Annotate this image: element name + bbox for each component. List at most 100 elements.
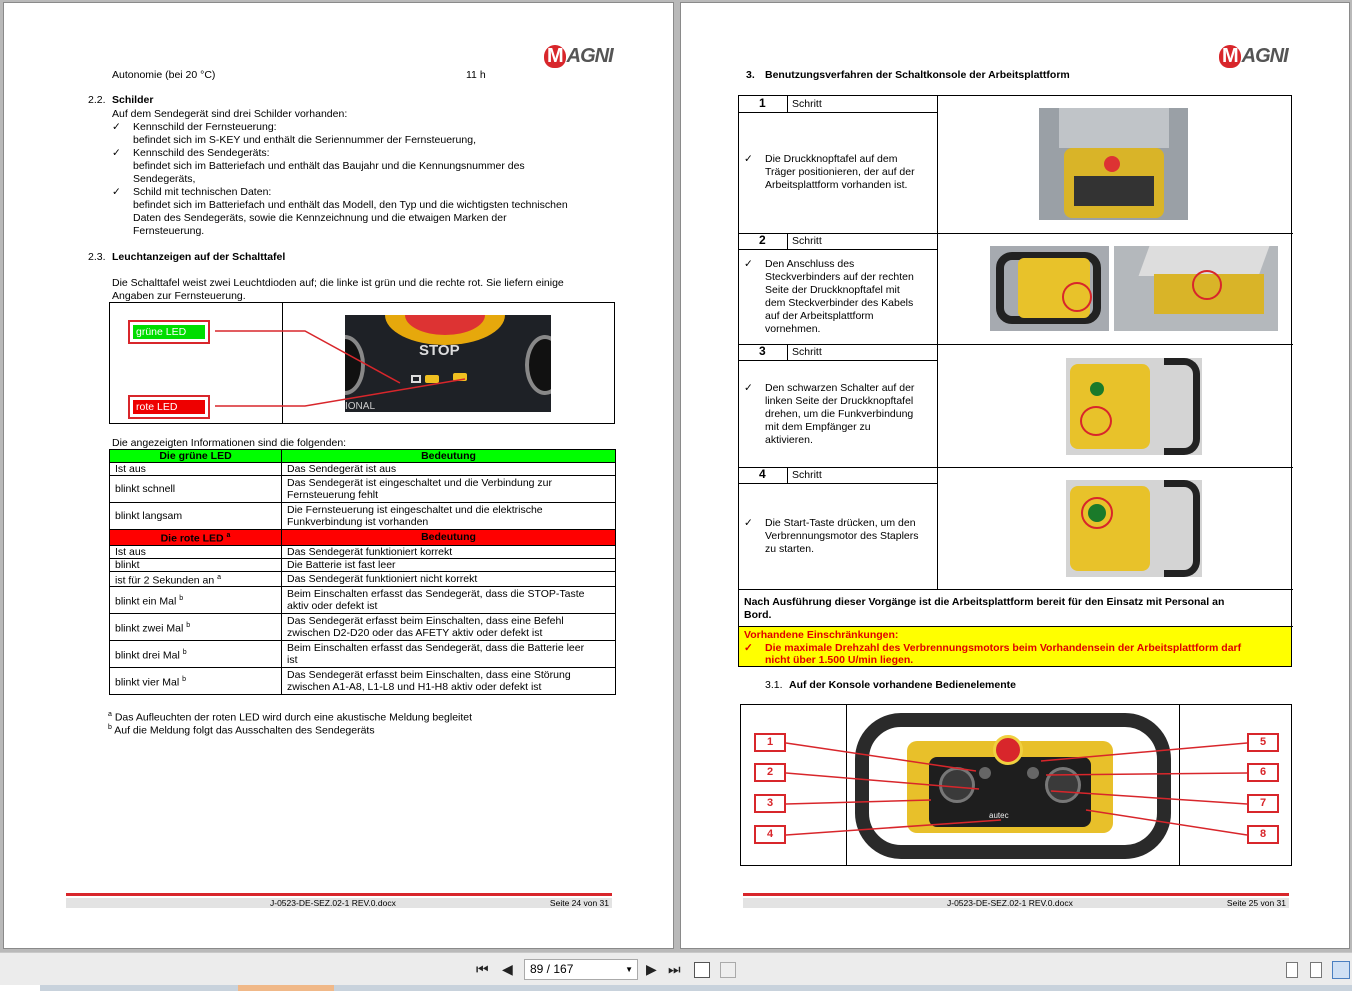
paragraph: Die Schalttafel weist zwei Leuchtdioden … xyxy=(112,277,564,289)
step-text: Die Start-Taste drücken, um den xyxy=(765,517,916,529)
step-text: dem Steckverbinder des Kabels xyxy=(765,297,914,309)
table-header: Die grüne LED xyxy=(109,449,282,463)
step-number: 1 xyxy=(759,96,766,110)
chevron-down-icon[interactable]: ▼ xyxy=(625,960,633,979)
led-figure: grüne LED rote LED STOP IONAL xyxy=(109,302,615,424)
list-item-text: befindet sich im Batteriefach und enthäl… xyxy=(133,199,568,211)
check-icon: ✓ xyxy=(744,517,753,529)
step-text: linken Seite der Druckknopftafel xyxy=(765,395,914,407)
step-text: Seite der Druckknopftafel mit xyxy=(765,284,900,296)
section-number: 2.2. xyxy=(88,94,106,106)
table-header: Bedeutung xyxy=(281,529,616,546)
check-icon: ✓ xyxy=(744,642,753,654)
table-header: Bedeutung xyxy=(281,449,616,463)
rotate-right-icon[interactable] xyxy=(720,962,736,978)
step-text: Die Druckknopftafel auf dem xyxy=(765,153,898,165)
section-heading: Auf der Konsole vorhandene Bedienelement… xyxy=(789,679,1016,691)
document-page-right: M AGNI 3. Benutzungsverfahren der Schaltk… xyxy=(680,2,1350,949)
first-page-icon[interactable]: ⏮ xyxy=(476,959,489,979)
table-row: ist für 2 Sekunden an a Das Sendegerät fu… xyxy=(109,570,616,587)
list-item-text: befindet sich im S-KEY und enthält die S… xyxy=(133,134,476,146)
step-2-photo-a xyxy=(990,246,1109,331)
document-page-left: M AGNI Autonomie (bei 20 °C) 11 h 2.2. Sc… xyxy=(3,2,674,949)
page-number-field[interactable]: 89 / 167 ▼ xyxy=(524,959,638,980)
rotate-left-icon[interactable] xyxy=(694,962,710,978)
previous-page-icon[interactable]: ◀ xyxy=(502,959,513,979)
check-icon: ✓ xyxy=(744,153,753,165)
list-item: Kennschild des Sendegeräts: xyxy=(133,147,270,159)
autonomy-label: Autonomie (bei 20 °C) xyxy=(112,69,216,81)
section-heading: Benutzungsverfahren der Schaltkonsole de… xyxy=(765,69,1070,81)
single-page-view-icon[interactable] xyxy=(1286,962,1298,978)
restrictions-box: Vorhandene Einschränkungen: ✓ Die maxima… xyxy=(739,627,1291,666)
step-2-photo-b xyxy=(1114,246,1278,331)
table-row: Ist aus Das Sendegerät funktioniert korre… xyxy=(109,544,616,559)
list-item-text: Daten des Sendegeräts, sowie die Kennzei… xyxy=(133,212,507,224)
callout-lines xyxy=(215,330,466,407)
step-text: auf der Arbeitsplattform xyxy=(765,310,874,322)
autonomy-value: 11 h xyxy=(466,69,486,81)
step-text: Arbeitsplattform vorhanden ist. xyxy=(765,179,908,191)
led-info-table: Die grüne LED Bedeutung Ist aus Das Sendeg… xyxy=(109,449,616,695)
list-item-text: Fernsteuerung. xyxy=(133,225,205,237)
restrictions-text: nicht über 1.500 U/min liegen. xyxy=(765,654,914,666)
step-1-photo xyxy=(1039,108,1188,220)
check-icon: ✓ xyxy=(744,382,753,394)
step-label: Schritt xyxy=(792,98,822,110)
step-4-photo xyxy=(1066,480,1202,577)
status-bar xyxy=(0,985,1352,991)
step-text: drehen, um die Funkverbindung xyxy=(765,408,914,420)
table-row: blinkt drei Mal b Beim Einschalten erfass… xyxy=(109,640,616,668)
footer-document-name: J-0523-DE-SEZ.02-1 REV.0.docx xyxy=(947,898,1073,908)
footer-rule xyxy=(66,893,612,896)
footnote: b Auf die Meldung folgt das Ausschalten … xyxy=(108,724,375,737)
table-row: blinkt zwei Mal b Das Sendegerät erfasst … xyxy=(109,613,616,641)
section-heading: Schilder xyxy=(112,94,154,106)
list-item-text: befindet sich im Batteriefach und enthäl… xyxy=(133,160,525,172)
completion-note: Bord. xyxy=(744,609,772,621)
step-label: Schritt xyxy=(792,235,822,247)
steps-table: 1 Schritt ✓ Die Druckknopftafel auf dem … xyxy=(738,95,1293,667)
step-text: Träger positionieren, der auf der xyxy=(765,166,915,178)
continuous-view-icon[interactable] xyxy=(1310,962,1322,978)
table-header: Die rote LED a xyxy=(109,529,282,546)
footer-page-number: Seite 25 von 31 xyxy=(1226,898,1286,908)
paragraph: Auf dem Sendegerät sind drei Schilder vo… xyxy=(112,108,348,120)
viewer-toolbar: ⏮ ◀ 89 / 167 ▼ ▶ ⏭ xyxy=(0,952,1352,986)
step-text: mit dem Empfänger zu xyxy=(765,421,871,433)
list-item: Kennschild der Fernsteuerung: xyxy=(133,121,277,133)
section-number: 2.3. xyxy=(88,251,106,263)
callout-lines xyxy=(785,742,1248,836)
two-page-view-icon[interactable] xyxy=(1332,961,1350,979)
list-item: Schild mit technischen Daten: xyxy=(133,186,272,198)
footer-document-name: J-0523-DE-SEZ.02-1 REV.0.docx xyxy=(270,898,396,908)
table-row: Ist aus Das Sendegerät ist aus xyxy=(109,462,616,476)
step-number: 3 xyxy=(759,344,766,358)
table-row: blinkt vier Mal b Das Sendegerät erfasst … xyxy=(109,667,616,695)
step-text: Den schwarzen Schalter auf der xyxy=(765,382,915,394)
footer-rule xyxy=(743,893,1289,896)
check-icon: ✓ xyxy=(112,186,121,198)
table-row: blinkt Die Batterie ist fast leer xyxy=(109,557,616,572)
completion-note: Nach Ausführung dieser Vorgänge ist die … xyxy=(744,596,1225,608)
page-footer: J-0523-DE-SEZ.02-1 REV.0.docx Seite 25 v… xyxy=(743,898,1289,908)
next-page-icon[interactable]: ▶ xyxy=(646,959,657,979)
step-text: aktivieren. xyxy=(765,434,813,446)
step-label: Schritt xyxy=(792,469,822,481)
step-number: 2 xyxy=(759,233,766,247)
console-figure: autec 1 2 3 4 5 6 7 8 xyxy=(740,704,1292,866)
step-text: Steckverbinders auf der rechten xyxy=(765,271,914,283)
step-label: Schritt xyxy=(792,346,822,358)
magni-logo: M AGNI xyxy=(544,45,614,68)
step-text: Verbrennungsmotor des Staplers xyxy=(765,530,919,542)
table-row: blinkt schnell Das Sendegerät ist eingesc… xyxy=(109,475,616,503)
last-page-icon[interactable]: ⏭ xyxy=(668,959,681,979)
step-text: zu starten. xyxy=(765,543,815,555)
section-number: 3. xyxy=(746,69,755,81)
step-number: 4 xyxy=(759,467,766,481)
step-3-photo xyxy=(1066,358,1202,455)
check-icon: ✓ xyxy=(112,147,121,159)
restrictions-title: Vorhandene Einschränkungen: xyxy=(744,629,899,641)
section-number: 3.1. xyxy=(765,679,783,691)
check-icon: ✓ xyxy=(744,258,753,270)
